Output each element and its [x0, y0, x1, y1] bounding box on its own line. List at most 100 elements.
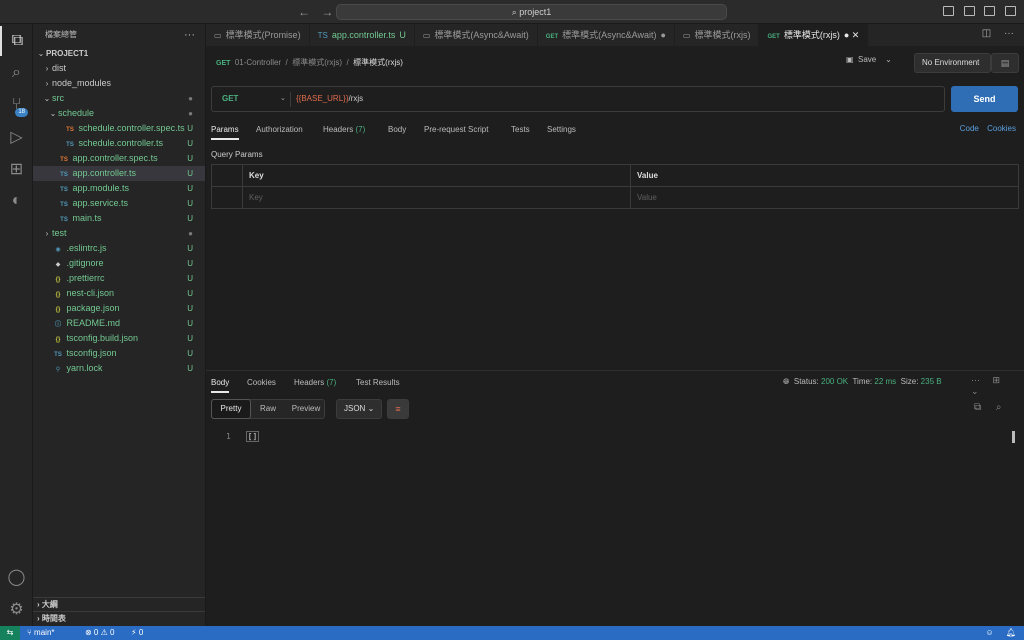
tree-item[interactable]: {} package.json U — [33, 301, 205, 316]
key-input[interactable]: Key — [242, 187, 634, 209]
breadcrumb-collection[interactable]: 01-Controller — [235, 58, 281, 67]
notifications-bell-icon[interactable]: 🔔︎ — [1006, 628, 1016, 637]
customize-layout-icon[interactable] — [1005, 6, 1016, 16]
tree-item[interactable]: › test ● — [33, 226, 205, 241]
tree-item[interactable]: TS tsconfig.json U — [33, 346, 205, 361]
tree-item[interactable]: {} .prettierrc U — [33, 271, 205, 286]
status-value[interactable]: 200 OK — [821, 377, 848, 386]
tab-settings[interactable]: Settings — [547, 124, 576, 136]
size-value[interactable]: 235 B — [921, 377, 942, 386]
command-center-search[interactable]: ⌕ project1 — [336, 4, 727, 20]
tree-item[interactable]: ⓘ README.md U — [33, 316, 205, 331]
value-input[interactable]: Value — [630, 187, 1018, 209]
tree-item[interactable]: TS app.service.ts U — [33, 196, 205, 211]
copy-icon[interactable]: ⧉ — [974, 402, 981, 413]
settings-gear-icon[interactable]: ⚙ — [0, 594, 33, 624]
tab-headers[interactable]: Headers (7) — [323, 124, 365, 136]
editor-tab[interactable]: GET 標準模式(Async&Await) ● — [538, 24, 675, 46]
tree-item[interactable]: ⚲ yarn.lock U — [33, 361, 205, 376]
explorer-icon[interactable]: ⧉ — [0, 26, 33, 56]
toggle-sidebar-icon[interactable] — [943, 6, 955, 16]
run-debug-icon[interactable]: ▷ — [0, 122, 33, 152]
tab-dirty-indicator[interactable]: U — [399, 30, 406, 40]
method-chevron-down-icon[interactable]: ⌄ — [280, 87, 286, 111]
format-preview-button[interactable]: Preview — [286, 400, 326, 418]
time-value[interactable]: 22 ms — [874, 377, 896, 386]
more-icon[interactable]: ··· — [1004, 28, 1014, 39]
response-tab-headers[interactable]: Headers (7) — [294, 377, 336, 389]
chevron-down-icon[interactable]: ⌄ — [971, 386, 979, 396]
forward-arrow-icon[interactable]: → — [321, 5, 333, 19]
tab-prerequest-script[interactable]: Pre-request Script — [424, 124, 488, 136]
search-icon[interactable]: ⌕ — [996, 402, 1002, 413]
back-arrow-icon[interactable]: ← — [298, 5, 310, 19]
send-button[interactable]: Send — [951, 86, 1018, 112]
cookies-link[interactable]: Cookies — [987, 124, 1016, 133]
response-tab-test-results[interactable]: Test Results — [356, 377, 400, 389]
split-editor-icon[interactable]: ◫ — [982, 28, 991, 39]
save-dropdown-icon[interactable]: ⌄ — [885, 55, 892, 64]
tree-item[interactable]: {} tsconfig.build.json U — [33, 331, 205, 346]
globe-icon[interactable]: 🌐︎ — [783, 377, 789, 386]
tree-item[interactable]: ⌄ src ● — [33, 91, 205, 106]
tree-item[interactable]: TS schedule.controller.spec.ts U — [33, 121, 205, 136]
wrap-lines-icon[interactable]: ≡ — [387, 399, 409, 419]
tab-dirty-indicator[interactable]: ● — [660, 30, 665, 40]
remote-indicator-icon[interactable]: ⇆ — [0, 626, 20, 640]
postman-icon[interactable]: ◐ — [0, 186, 33, 216]
breadcrumb-folder[interactable]: 標準模式(rxjs) — [292, 58, 342, 67]
tree-item[interactable]: TS schedule.controller.ts U — [33, 136, 205, 151]
code-link[interactable]: Code — [960, 124, 979, 133]
layout-icon[interactable]: ⊞ — [993, 375, 1001, 385]
tree-item[interactable]: TS app.controller.spec.ts U — [33, 151, 205, 166]
tree-item[interactable]: TS app.module.ts U — [33, 181, 205, 196]
response-tab-cookies[interactable]: Cookies — [247, 377, 276, 389]
tree-item[interactable]: TS app.controller.ts U — [33, 166, 205, 181]
more-actions-icon[interactable]: ··· — [184, 24, 195, 46]
response-body-text[interactable]: [] — [245, 431, 260, 442]
save-button[interactable]: ▣ Save ⌄ — [846, 55, 892, 64]
editor-tab[interactable]: ▭ 標準模式(Promise) — [206, 24, 310, 46]
editor-tab[interactable]: ▭ 標準模式(rxjs) — [675, 24, 760, 46]
format-pretty-button[interactable]: Pretty — [211, 399, 251, 419]
outline-section[interactable]: › 大綱 — [33, 597, 205, 611]
extensions-icon[interactable]: ⊞ — [0, 154, 33, 184]
editor-tab[interactable]: GET 標準模式(rxjs) ● ✕ — [759, 24, 869, 46]
branch-indicator[interactable]: ⑂ main* — [27, 626, 55, 640]
ports-indicator[interactable]: ⚡ 0 — [131, 626, 143, 640]
tree-item[interactable]: ⌄ schedule ● — [33, 106, 205, 121]
tree-item[interactable]: ⌄ PROJECT1 — [33, 46, 205, 61]
tree-item[interactable]: TS main.ts U — [33, 211, 205, 226]
response-pane-divider[interactable] — [206, 370, 1024, 371]
environment-quick-look-icon[interactable]: ▤ — [991, 53, 1019, 73]
tree-item[interactable]: › dist — [33, 61, 205, 76]
account-icon[interactable]: ◯ — [0, 562, 33, 592]
tab-tests[interactable]: Tests — [511, 124, 530, 136]
language-select[interactable]: JSON ⌄ — [336, 399, 382, 419]
tab-params[interactable]: Params — [211, 124, 239, 140]
copilot-icon[interactable]: ☺ — [985, 628, 993, 637]
tree-item[interactable]: ◉ .eslintrc.js U — [33, 241, 205, 256]
tree-item[interactable]: ◆ .gitignore U — [33, 256, 205, 271]
url-input[interactable]: {{BASE_URL}}/rxjs — [296, 87, 363, 111]
tab-body[interactable]: Body — [388, 124, 406, 136]
format-raw-button[interactable]: Raw — [253, 400, 283, 418]
toggle-panel-icon[interactable] — [963, 6, 975, 16]
toggle-secondary-sidebar-icon[interactable] — [984, 6, 996, 16]
method-select[interactable]: GET — [222, 87, 238, 111]
timeline-section[interactable]: › 時間表 — [33, 611, 205, 625]
response-tab-body[interactable]: Body — [211, 377, 230, 393]
row-checkbox[interactable] — [212, 187, 242, 209]
environment-select[interactable]: No Environment — [914, 53, 991, 73]
editor-scrollbar[interactable] — [1012, 431, 1015, 443]
editor-tab[interactable]: ▭ 標準模式(Async&Await) — [415, 24, 538, 46]
source-control-icon[interactable]: ⑂ 18 — [0, 90, 33, 120]
search-icon[interactable]: ⌕ — [0, 58, 33, 88]
problems-indicator[interactable]: ⊗ 0 ⚠ 0 — [85, 626, 114, 640]
tab-close-icon[interactable]: ● ✕ — [844, 30, 859, 40]
tab-authorization[interactable]: Authorization — [256, 124, 303, 136]
tree-item[interactable]: › node_modules — [33, 76, 205, 91]
more-icon[interactable]: ··· — [971, 375, 980, 385]
editor-tab[interactable]: TS app.controller.ts U — [310, 24, 415, 46]
tree-item[interactable]: {} nest-cli.json U — [33, 286, 205, 301]
